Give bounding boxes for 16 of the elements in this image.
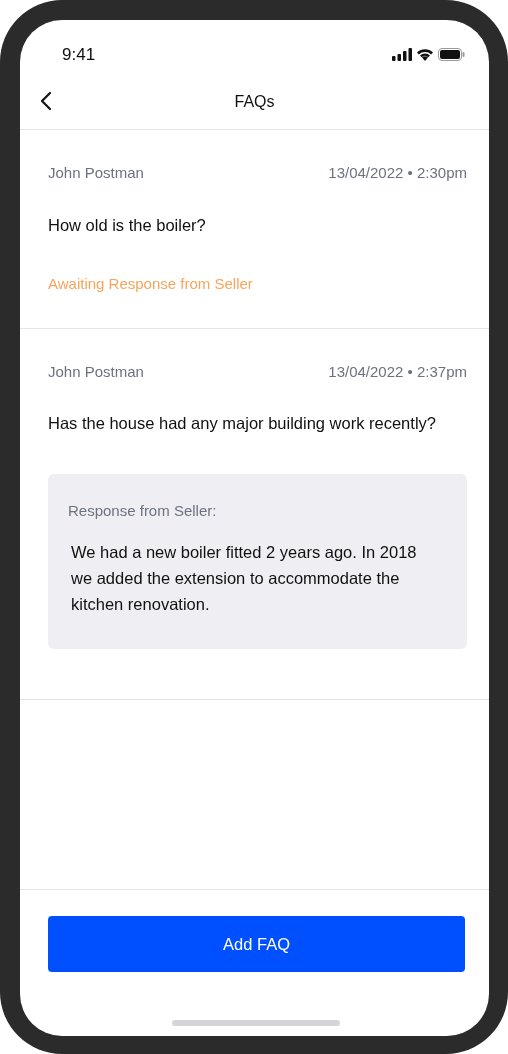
response-text: We had a new boiler fitted 2 years ago. In 2018 we added the extension to accommodate the kitchen renovation. — [70, 541, 418, 615]
wifi-icon — [416, 48, 434, 61]
author-name: John Postman — [48, 361, 144, 382]
response-label: Response from Seller: — [68, 501, 218, 521]
question-text: Has the house had any major building work recently? — [48, 413, 437, 435]
timestamp: 13/04/2022 • 2:30pm — [328, 163, 467, 183]
battery-icon — [438, 48, 465, 61]
author-name: John Postman — [48, 163, 144, 183]
status-time: 9:41 — [62, 43, 96, 66]
add-faq-button[interactable]: Add FAQ — [48, 916, 465, 972]
chevron-left-icon — [40, 91, 52, 111]
signal-icon — [392, 48, 412, 61]
timestamp: 13/04/2022 • 2:37pm — [328, 361, 467, 382]
question-text: How old is the boiler? — [48, 214, 207, 236]
status-text: Awaiting Response from Seller — [48, 274, 254, 295]
page-title: FAQs — [234, 92, 275, 112]
